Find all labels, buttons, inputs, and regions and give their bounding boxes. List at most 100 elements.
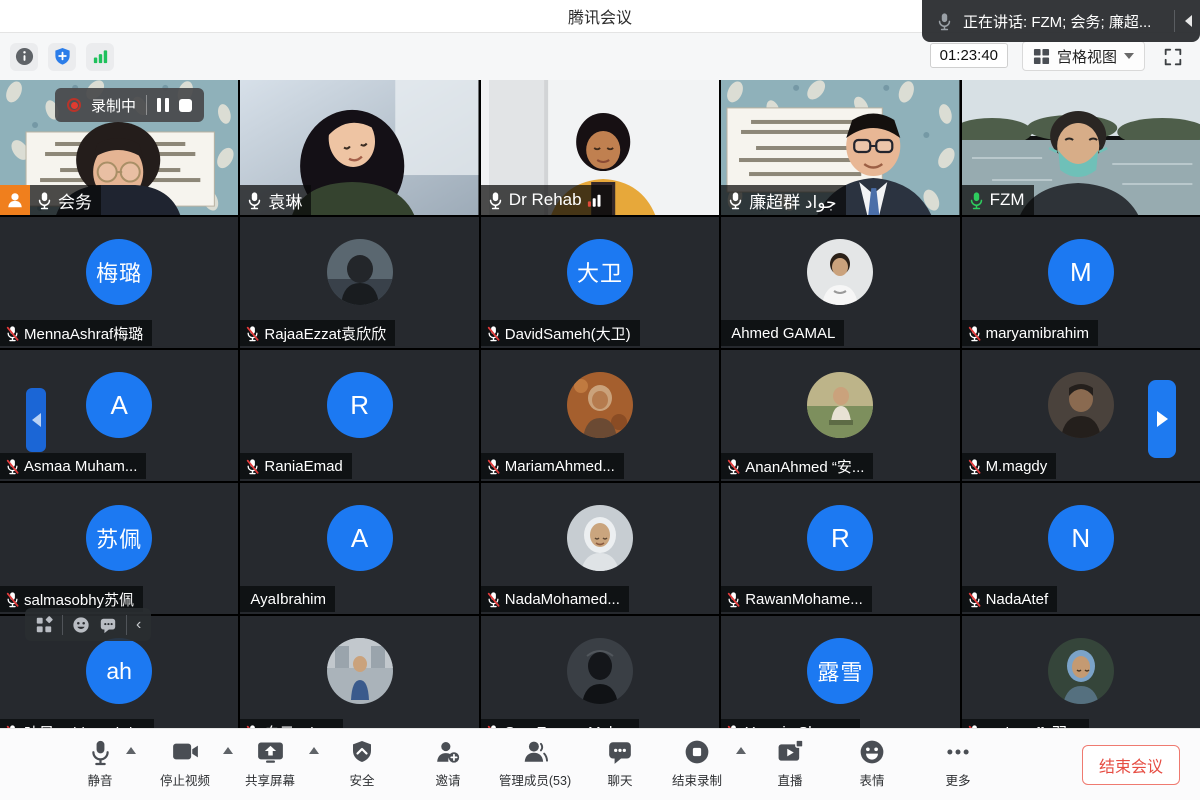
participant-tile[interactable]: 大卫 DavidSameh(大卫) (481, 217, 719, 348)
record-options-arrow[interactable] (736, 747, 746, 754)
participant-tile[interactable]: 苏佩 salmasobhy苏佩 (0, 483, 238, 614)
microphone-icon (88, 739, 113, 766)
manage-members-button[interactable]: 管理成员(53) (480, 737, 590, 795)
participant-name: RajaaEzzat袁欣欣 (264, 323, 386, 344)
security-shield-icon (350, 739, 374, 765)
participant-name-label: NadaAtef (962, 586, 1058, 612)
participant-name-label: Ahmed GAMAL (721, 320, 844, 346)
participant-name: RaniaEmad (264, 458, 342, 475)
participant-name-label: 廉超群 جواد (721, 185, 845, 215)
emoji-icon (859, 739, 885, 765)
microphone-on-icon (487, 191, 504, 210)
participant-tile[interactable]: ...shrouffa羽... (962, 616, 1200, 728)
chat-button[interactable]: 聊天 (578, 737, 662, 795)
participant-tile[interactable]: M maryamibrahim (962, 217, 1200, 348)
participant-name-label: MennaAshraf梅璐 (0, 320, 152, 346)
microphone-muted-icon (967, 325, 982, 342)
avatar (327, 638, 393, 704)
participant-tile[interactable]: Dr Rehab (481, 80, 719, 215)
participant-name: maryamibrahim (986, 325, 1089, 342)
microphone-on-icon (727, 191, 744, 210)
mute-options-arrow[interactable] (126, 747, 136, 754)
participant-name-label: Yasmin Shara... (721, 719, 860, 728)
left-arrow-icon (32, 413, 41, 427)
collapse-overlay-arrow-icon[interactable] (1185, 15, 1192, 27)
participant-tile[interactable]: 白云Tala... (240, 616, 478, 728)
participant-name: Dr Rehab (509, 190, 582, 210)
microphone-muted-icon (726, 591, 741, 608)
stop-recording-button[interactable]: 结束录制 (655, 737, 739, 795)
participant-name: Asmaa Muham... (24, 458, 137, 475)
more-button[interactable]: 更多 (916, 737, 1000, 795)
participant-name-label: 袁琳 (240, 185, 311, 215)
microphone-on-icon (36, 191, 53, 210)
participant-tile[interactable]: 袁琳 (240, 80, 478, 215)
participant-tile[interactable]: 廉超群 جواد (721, 80, 959, 215)
view-mode-label: 宫格视图 (1057, 46, 1117, 67)
bottom-toolbar: 静音 停止视频 共享屏幕 安全 (0, 728, 1200, 800)
reactions-button[interactable]: 表情 (830, 737, 914, 795)
share-options-arrow[interactable] (309, 747, 319, 754)
emoji-icon[interactable] (72, 616, 90, 634)
microphone-muted-icon (967, 591, 982, 608)
avatar: 梅璐 (86, 239, 152, 305)
participant-tile[interactable]: A AyaIbrahim (240, 483, 478, 614)
mute-button[interactable]: 静音 (58, 737, 142, 795)
participant-name-label: maryamibrahim (962, 320, 1098, 346)
collapse-chevron[interactable]: ‹ (136, 617, 141, 633)
stop-recording-icon[interactable] (179, 99, 192, 112)
invite-button[interactable]: 邀请 (406, 737, 490, 795)
share-screen-icon (257, 739, 284, 764)
participant-tile[interactable]: Ahmed GAMAL (721, 217, 959, 348)
participant-name: 廉超群 جواد (749, 188, 836, 213)
view-mode-button[interactable]: 宫格视图 (1022, 41, 1145, 71)
stop-video-button[interactable]: 停止视频 (143, 737, 227, 795)
avatar (567, 372, 633, 438)
participant-tile[interactable]: 录制中 会务 (0, 80, 238, 215)
avatar: R (807, 505, 873, 571)
signal-bars-icon (91, 47, 110, 66)
share-screen-button[interactable]: 共享屏幕 (228, 737, 312, 795)
participant-tile[interactable]: NadaMohamed... (481, 483, 719, 614)
now-speaking-overlay: 正在讲话: FZM; 会务; 廉超... (922, 0, 1200, 42)
participant-name-label: NadaMohamed... (481, 586, 629, 612)
participant-name: NadaMohamed... (505, 591, 620, 608)
meeting-info-button[interactable] (10, 43, 38, 71)
participant-tile[interactable]: AnanAhmed “安... (721, 350, 959, 481)
next-page-arrow[interactable] (1148, 380, 1176, 458)
participant-name-label: AyaIbrahim (240, 586, 335, 612)
meeting-window: 腾讯会议 正在讲话: FZM; 会务; 廉超... (0, 0, 1200, 800)
participant-name: AnanAhmed “安... (745, 456, 864, 477)
recording-indicator: 录制中 (55, 88, 204, 122)
participant-name: MennaAshraf梅璐 (24, 323, 143, 344)
participant-tile-active-speaker[interactable]: FZM (962, 80, 1200, 215)
avatar: R (327, 372, 393, 438)
fullscreen-button[interactable] (1160, 44, 1186, 70)
participant-tile[interactable]: N NadaAtef (962, 483, 1200, 614)
shield-plus-icon (53, 47, 72, 66)
participant-tile[interactable]: R RawanMohame... (721, 483, 959, 614)
network-quality-button[interactable] (86, 43, 114, 71)
participant-tile[interactable]: R RaniaEmad (240, 350, 478, 481)
participant-name: AyaIbrahim (250, 591, 326, 608)
avatar: A (327, 505, 393, 571)
record-dot-icon (67, 98, 81, 112)
pause-recording-icon[interactable] (157, 98, 169, 112)
participant-tile[interactable]: SaraEman...Moh... (481, 616, 719, 728)
security-button[interactable]: 安全 (320, 737, 404, 795)
chat-icon[interactable] (99, 616, 117, 634)
security-status-button[interactable] (48, 43, 76, 71)
meeting-timer: 01:23:40 (930, 43, 1008, 68)
participant-name-label: RajaaEzzat袁欣欣 (240, 320, 395, 346)
end-meeting-button[interactable]: 结束会议 (1082, 745, 1180, 785)
avatar: 苏佩 (86, 505, 152, 571)
participant-tile[interactable]: RajaaEzzat袁欣欣 (240, 217, 478, 348)
participant-tile[interactable]: MariamAhmed... (481, 350, 719, 481)
participant-tile[interactable]: 梅璐 MennaAshraf梅璐 (0, 217, 238, 348)
microphone-muted-icon (245, 458, 260, 475)
participant-name-label: 会务 (0, 185, 101, 215)
previous-page-arrow[interactable] (26, 388, 46, 452)
layout-icon[interactable] (35, 616, 53, 634)
participant-tile[interactable]: 露雪 Yasmin Shara... (721, 616, 959, 728)
live-stream-button[interactable]: 直播 (748, 737, 832, 795)
